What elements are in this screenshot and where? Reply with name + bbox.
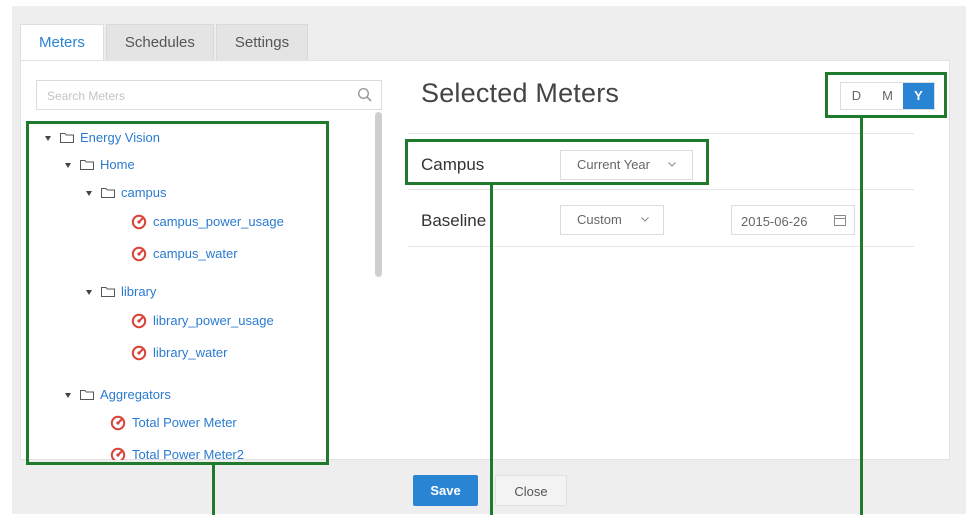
- period-day-button[interactable]: D: [841, 83, 872, 109]
- tree-node-total-power-meter2[interactable]: Total Power Meter2: [110, 444, 244, 460]
- expand-caret-icon[interactable]: [86, 190, 92, 196]
- tree-node-label: library_power_usage: [153, 313, 274, 328]
- page-title: Selected Meters: [421, 78, 620, 108]
- tree-node-label: Total Power Meter2: [132, 447, 244, 460]
- folder-icon: [80, 160, 94, 170]
- meter-tree: Energy Vision Home campus campus_power_u…: [0, 0, 400, 460]
- campus-range-value: Current Year: [577, 157, 650, 172]
- tree-node-label: campus_power_usage: [153, 214, 284, 229]
- baseline-row-label: Baseline: [421, 211, 487, 230]
- tree-node-label: Total Power Meter: [132, 415, 237, 430]
- meter-icon: [131, 246, 147, 262]
- expand-caret-icon[interactable]: [65, 162, 71, 168]
- divider: [408, 189, 914, 190]
- tree-node-label: campus_water: [153, 246, 238, 261]
- campus-range-select[interactable]: Current Year: [560, 150, 693, 180]
- meter-icon: [131, 313, 147, 329]
- tree-node-label: Energy Vision: [80, 130, 160, 145]
- tree-node-aggregators[interactable]: Aggregators: [65, 384, 171, 406]
- baseline-date-input[interactable]: [739, 207, 833, 235]
- tree-node-label: library: [121, 284, 157, 299]
- tree-node-label: Aggregators: [100, 387, 171, 402]
- period-toggle: D M Y: [840, 82, 935, 110]
- tree-node-label: library_water: [153, 345, 228, 360]
- chevron-down-icon: [641, 217, 649, 222]
- period-year-button[interactable]: Y: [903, 83, 934, 109]
- tree-node-campus-power-usage[interactable]: campus_power_usage: [131, 211, 284, 233]
- tree-node-library[interactable]: library: [86, 281, 156, 303]
- tree-node-energy-vision[interactable]: Energy Vision: [45, 127, 160, 149]
- divider: [408, 133, 914, 134]
- folder-icon: [101, 188, 115, 198]
- period-month-button[interactable]: M: [872, 83, 903, 109]
- tree-node-campus-water[interactable]: campus_water: [131, 243, 238, 265]
- save-button[interactable]: Save: [413, 475, 478, 506]
- tree-node-home[interactable]: Home: [65, 154, 135, 176]
- folder-icon: [101, 287, 115, 297]
- campus-row-label: Campus: [421, 155, 485, 174]
- chevron-down-icon: [668, 162, 676, 167]
- meter-icon: [131, 214, 147, 230]
- tree-node-total-power-meter[interactable]: Total Power Meter: [110, 412, 237, 434]
- tree-node-campus[interactable]: campus: [86, 182, 167, 204]
- meter-icon: [110, 447, 126, 460]
- expand-caret-icon[interactable]: [45, 135, 51, 141]
- expand-caret-icon[interactable]: [86, 289, 92, 295]
- baseline-range-select[interactable]: Custom: [560, 205, 664, 235]
- meter-icon: [131, 345, 147, 361]
- expand-caret-icon[interactable]: [65, 392, 71, 398]
- tree-node-label: campus: [121, 185, 167, 200]
- close-button[interactable]: Close: [495, 475, 567, 506]
- calendar-icon[interactable]: [834, 214, 846, 226]
- divider: [408, 246, 914, 247]
- folder-icon: [80, 390, 94, 400]
- tree-node-label: Home: [100, 157, 135, 172]
- tree-node-library-water[interactable]: library_water: [131, 342, 227, 364]
- baseline-range-value: Custom: [577, 212, 622, 227]
- tree-node-library-power-usage[interactable]: library_power_usage: [131, 310, 274, 332]
- meter-icon: [110, 415, 126, 431]
- baseline-date-field: [731, 205, 855, 235]
- folder-icon: [60, 133, 74, 143]
